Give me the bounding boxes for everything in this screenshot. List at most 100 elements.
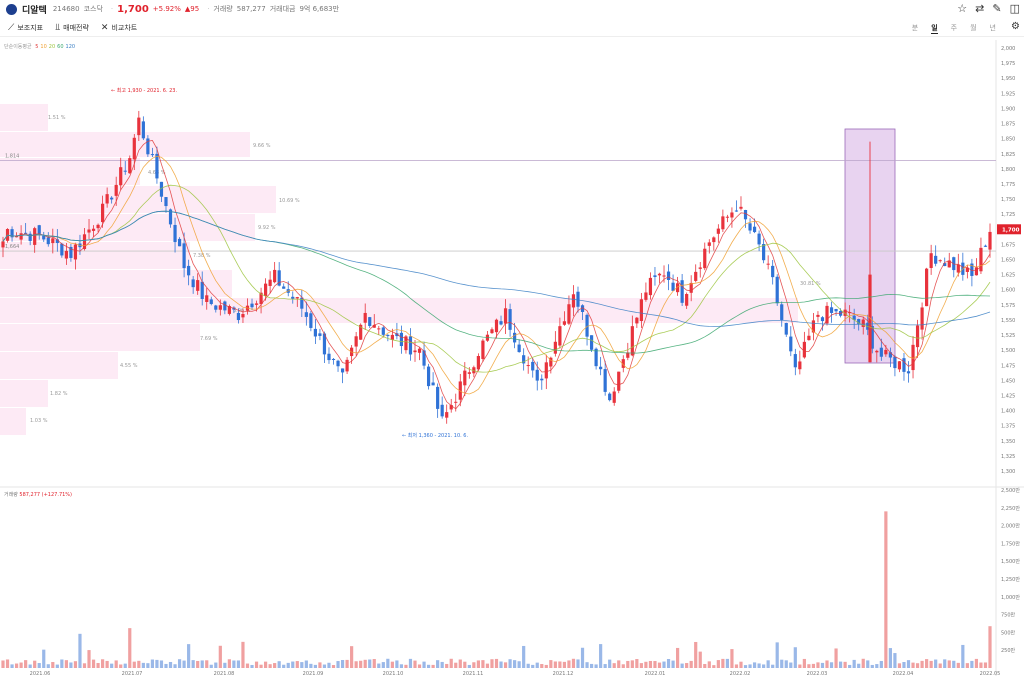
volume-bar [666,659,671,668]
candle-body [752,226,757,233]
candle-body [236,312,241,321]
candle-body [164,197,168,207]
candle-body [721,216,725,230]
candle-body [268,279,272,286]
volume-bar [259,664,263,668]
volume-bar [721,658,725,668]
candle-body [73,244,78,260]
price-chart[interactable]: 1.51 %9.66 %4.68 %10.69 %9.92 %7.38 %8.9… [0,0,1024,676]
volume-bar [662,661,666,668]
candle-body [177,238,182,247]
volume-bar [594,664,598,668]
candle-body [196,280,200,291]
volume-bar [585,662,589,668]
candle-body [463,370,467,386]
candle-body [988,231,992,250]
volume-bar [408,658,413,668]
candle-body [762,244,766,261]
candle-body [639,299,643,321]
volume-bar [929,660,933,668]
volume-bar [485,663,490,668]
volume-bar [282,664,286,668]
candle-body [19,233,23,240]
candle-body [775,276,779,304]
price-tick-label: 1,425 [1001,393,1015,399]
volume-bar [635,659,639,668]
candle-body [42,235,46,240]
volume-bar [417,664,422,668]
volume-bar [608,659,612,668]
volume-tick-label: 1,500만 [1001,558,1020,565]
volume-bar [970,660,974,668]
x-tick-label: 2022.04 [893,671,914,676]
price-tick-label: 1,350 [1001,439,1015,445]
candle-body [929,253,933,268]
volume-bar [544,664,548,668]
price-tick-label: 1,825 [1001,152,1015,158]
candle-body [558,326,562,346]
candle-body [214,305,218,310]
volume-bar [137,660,141,668]
volume-bar [825,660,829,668]
volume-bar [943,659,947,668]
candle-body [508,309,512,330]
candle-body [562,321,567,325]
x-tick-label: 2021.09 [303,671,324,676]
candle-body [313,328,317,337]
volume-tick-label: 1,250만 [1001,576,1020,583]
volume-bar [893,653,897,668]
volume-bar [902,662,906,668]
volume-profile-bar [0,158,140,185]
volume-bar [866,660,870,668]
volume-bar [494,658,499,668]
volume-bar [395,660,399,668]
candle-body [209,299,213,305]
reference-line-label: 1,814 [5,153,19,159]
candle-body [494,319,499,333]
volume-bar [499,661,503,668]
volume-bar [1,660,5,668]
volume-bar [159,660,164,668]
price-tick-label: 1,900 [1001,106,1015,112]
volume-bar [345,659,349,668]
volume-bar [254,661,259,668]
volume-bar [694,641,698,668]
candle-body [925,268,929,307]
candle-body [368,317,372,326]
candle-body [653,275,657,277]
volume-tick-label: 250만 [1001,647,1016,654]
candle-body [200,281,204,299]
volume-bar [503,662,508,668]
volume-bar [526,663,530,668]
volume-bar [562,661,567,668]
candle-body [481,340,485,359]
volume-bar [436,660,440,668]
volume-bar [114,660,118,668]
volume-bar [748,664,752,668]
volume-bar [214,662,218,668]
candle-body [282,286,286,289]
volume-profile-label: 1.51 % [48,115,66,121]
volume-bar [336,661,340,668]
candle-body [734,210,739,212]
candle-body [119,167,123,186]
volume-bar [60,659,64,668]
volume-bar [413,660,417,668]
candle-body [218,305,222,310]
volume-bar [14,663,19,668]
volume-bar [218,645,222,668]
candle-body [603,369,607,392]
volume-bar [875,664,879,668]
volume-bar [28,664,32,668]
volume-bar [250,664,254,668]
price-tick-label: 1,875 [1001,122,1015,128]
volume-profile-label: 1.82 % [50,391,68,397]
volume-bar [938,663,942,668]
volume-tick-label: 2,500만 [1001,487,1020,494]
volume-bar [589,663,594,668]
candle-body [101,203,105,223]
candle-body [363,312,367,323]
volume-bar [834,648,838,668]
candle-body [599,366,603,370]
candle-body [513,332,517,343]
